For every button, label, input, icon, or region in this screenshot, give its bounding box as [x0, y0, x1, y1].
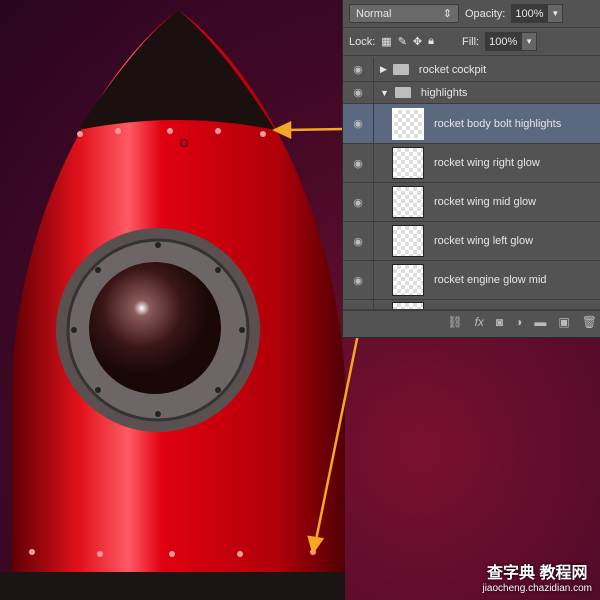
eye-icon[interactable]: ◉: [343, 261, 374, 299]
layer-name: rocket body bolt highlights: [434, 117, 562, 130]
blend-mode-value: Normal: [356, 7, 392, 20]
opacity-input[interactable]: 100%: [511, 4, 548, 23]
link-icon[interactable]: ⛓: [447, 315, 462, 329]
layer-thumbnail: [392, 107, 424, 140]
lock-label: Lock:: [349, 35, 376, 48]
layer-thumbnail: [392, 147, 424, 179]
opacity-label: Opacity:: [465, 7, 506, 20]
eye-icon[interactable]: ◉: [343, 222, 374, 260]
fx-icon[interactable]: fx: [475, 315, 484, 329]
layer-name: rocket wing mid glow: [434, 196, 537, 208]
layer-name: highlights: [420, 86, 468, 99]
folder-icon[interactable]: ▬: [534, 315, 546, 329]
new-layer-icon[interactable]: ▣: [558, 315, 569, 329]
layer-rocket-wing-mid-glow[interactable]: ◉ rocket wing mid glow: [343, 183, 600, 222]
layer-rocket-wing-left-glow[interactable]: ◉ rocket wing left glow: [343, 222, 600, 261]
mask-icon[interactable]: ◙: [496, 315, 503, 329]
layers-panel: Normal ⇕ Opacity: 100% ▼ Lock: ▦ ✎ ✥ 🔒︎ Fi…: [342, 0, 600, 338]
lock-brush-icon[interactable]: ✎: [398, 35, 407, 48]
adjustment-icon[interactable]: ◑: [515, 315, 522, 329]
layer-thumbnail: [392, 186, 424, 218]
layer-name: rocket cockpit: [418, 63, 487, 76]
eye-icon[interactable]: ◉: [343, 104, 374, 143]
layer-thumbnail: [392, 225, 424, 257]
folder-icon: [392, 64, 409, 75]
layer-group-highlights[interactable]: ◉ ▼ highlights: [343, 82, 600, 104]
collapse-arrow-icon[interactable]: ▼: [380, 88, 389, 98]
layer-name: rocket wing right glow: [434, 157, 540, 169]
lock-all-icon[interactable]: 🔒︎: [428, 35, 434, 48]
watermark-url: jiaocheng.chazidian.com: [482, 583, 592, 594]
layer-name: rocket engine glow mid: [434, 274, 547, 286]
blend-mode-select[interactable]: Normal ⇕: [349, 4, 459, 23]
watermark-title: 查字典 教程网: [487, 565, 588, 582]
layers-footer: ⛓ fx ◙ ◑ ▬ ▣ 🗑︎: [343, 310, 600, 333]
layer-thumbnail: [392, 264, 424, 296]
eye-icon[interactable]: ◉: [343, 58, 374, 81]
eye-icon[interactable]: ◉: [343, 183, 374, 221]
layer-partial: [343, 300, 600, 310]
fill-label: Fill:: [462, 35, 480, 48]
layer-name: rocket wing left glow: [434, 235, 534, 247]
layer-rocket-wing-right-glow[interactable]: ◉ rocket wing right glow: [343, 144, 600, 183]
updown-icon: ⇕: [442, 8, 452, 20]
fill-input[interactable]: 100%: [485, 32, 522, 51]
eye-icon[interactable]: ◉: [343, 82, 374, 103]
watermark: 查字典 教程网 jiaocheng.chazidian.com: [482, 559, 592, 594]
lock-transparent-icon[interactable]: ▦: [381, 35, 391, 48]
lock-move-icon[interactable]: ✥: [413, 35, 422, 48]
fill-dropdown[interactable]: ▼: [521, 32, 538, 51]
layer-rocket-engine-glow-mid[interactable]: ◉ rocket engine glow mid: [343, 261, 600, 300]
opacity-dropdown[interactable]: ▼: [547, 4, 564, 23]
folder-icon: [394, 87, 411, 98]
eye-icon[interactable]: ◉: [343, 144, 374, 182]
layer-group-rocket-cockpit[interactable]: ◉ ▶ rocket cockpit: [343, 58, 600, 82]
expand-arrow-icon[interactable]: ▶: [380, 64, 387, 75]
layer-rocket-body-bolt-highlights[interactable]: ◉ rocket body bolt highlights: [343, 104, 600, 144]
trash-icon[interactable]: 🗑︎: [582, 315, 597, 329]
